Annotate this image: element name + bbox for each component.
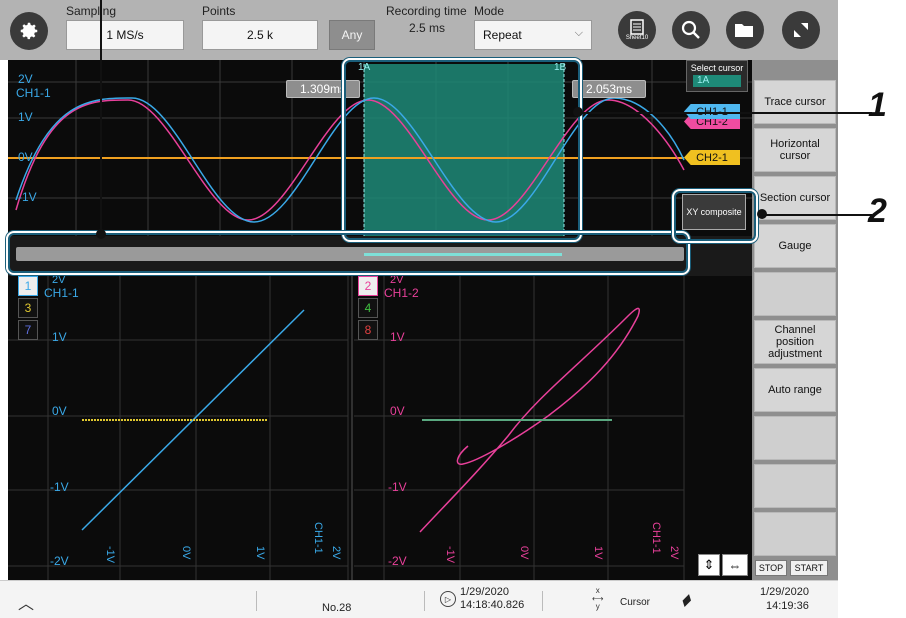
callout-number-1: 1: [868, 86, 887, 124]
xy-right-x-2v: 2V: [668, 546, 680, 560]
channel-button-2[interactable]: 2: [358, 276, 378, 296]
sampling-label: Sampling: [66, 4, 117, 18]
folder-icon[interactable]: [726, 11, 764, 49]
auto-range-button[interactable]: Auto range: [754, 368, 836, 412]
xy-left-x-1v: 1V: [254, 546, 266, 560]
points-label: Points: [202, 4, 236, 18]
channel-button-8[interactable]: 8: [358, 320, 378, 340]
xy-composite-highlight: [672, 189, 758, 243]
y-label-2v: 2V: [18, 72, 33, 86]
xy-left-ch-label: CH1-1: [44, 286, 79, 300]
search-icon[interactable]: [672, 11, 710, 49]
empty-button-2[interactable]: [754, 416, 836, 460]
callout-line-2: [762, 214, 872, 216]
clock-date: 1/29/2020: [760, 586, 809, 598]
channel-button-1[interactable]: 1: [18, 276, 38, 296]
cursor-xy-icon: x ⟷ y: [592, 586, 604, 611]
xy-graphs: 1 3 7 2V CH1-1 1V 0V -1V -2V -1V 0V 1V 2…: [8, 274, 752, 580]
settings-gear-icon[interactable]: [10, 12, 48, 50]
empty-button-1[interactable]: [754, 272, 836, 316]
channel-label: CH1-1: [16, 86, 51, 100]
channel-button-4[interactable]: 4: [358, 298, 378, 318]
xy-right-ch-label: CH1-2: [384, 286, 419, 300]
xy-left-x-ch: CH1-1: [312, 522, 324, 554]
ch2-1-tag[interactable]: CH2-1: [684, 150, 740, 165]
clock-time: 14:19:36: [766, 600, 809, 612]
mode-label: Mode: [474, 4, 505, 18]
sheet-icon: [630, 19, 644, 35]
xy-left-x-2v: 2V: [330, 546, 342, 560]
horizontal-scale-icon[interactable]: ⇔: [722, 554, 748, 576]
top-toolbar: Sampling 1 MS/s Points 2.5 k Any Recordi…: [0, 0, 838, 60]
stop-button[interactable]: STOP: [755, 560, 787, 576]
record-number: No.28: [322, 602, 352, 614]
separator: [542, 591, 543, 611]
callout-dot: [96, 229, 106, 239]
trace-cursor-button[interactable]: Trace cursor: [754, 80, 836, 124]
xy-left-x-0v: 0V: [180, 546, 192, 560]
callout-dot-1: [573, 107, 583, 117]
usb-drive-icon: ▰: [676, 589, 697, 611]
horizontal-cursor-button[interactable]: Horizontal cursor: [754, 128, 836, 172]
xy-left-y-0v: 0V: [52, 404, 67, 418]
callout-dot-2: [757, 209, 767, 219]
trigger-icon: ▷: [440, 591, 456, 607]
cursor-b-value: 2.053ms: [572, 80, 646, 98]
recording-time-value: 2.5 ms: [409, 21, 446, 35]
xy-right-y-neg1v: -1V: [388, 480, 407, 494]
points-field[interactable]: 2.5 k: [202, 20, 318, 50]
select-cursor-button[interactable]: Select cursor 1A: [686, 60, 748, 92]
xy-right-x-1v: 1V: [592, 546, 604, 560]
empty-button-3[interactable]: [754, 464, 836, 508]
xy-right-y-1v: 1V: [390, 330, 405, 344]
channel-button-7[interactable]: 7: [18, 320, 38, 340]
xy-right-x-0v: 0V: [518, 546, 530, 560]
xy-right-x-ch: CH1-1: [650, 522, 662, 554]
fullscreen-icon[interactable]: [782, 11, 820, 49]
select-cursor-label: Select cursor: [690, 63, 744, 73]
xy-left-y-1v: 1V: [52, 330, 67, 344]
section-cursor-highlight: [342, 58, 582, 242]
channel-position-adjustment-button[interactable]: Channel position adjustment: [754, 320, 836, 364]
status-bar: ︿ No.28 ▷ 1/29/2020 14:18:40.826 x ⟷ y Cur…: [0, 580, 838, 618]
xy-right-y-2v: 2V: [390, 274, 404, 286]
sheet-label: Sheet10: [625, 35, 649, 41]
mode-value: Repeat: [483, 28, 522, 42]
vertical-scale-icon[interactable]: ⇕: [698, 554, 720, 576]
start-button[interactable]: START: [790, 560, 828, 576]
any-button[interactable]: Any: [329, 20, 375, 50]
separator: [256, 591, 257, 611]
overview-bar-highlight: [6, 231, 690, 275]
xy-left-y-2v: 2V: [52, 274, 66, 286]
xy-left-x-neg1v: -1V: [104, 546, 116, 564]
y-label-1v: 1V: [18, 110, 33, 124]
cursor-status-label: Cursor: [620, 597, 651, 608]
callout-line-1: [578, 112, 872, 114]
separator: [424, 591, 425, 611]
trigger-date: 1/29/2020: [460, 586, 509, 598]
trigger-time: 14:18:40.826: [460, 599, 525, 611]
y-label-neg1v: -1V: [18, 190, 37, 204]
callout-leader-top: [100, 0, 102, 234]
screen: Sampling 1 MS/s Points 2.5 k Any Recordi…: [0, 0, 906, 618]
xy-right-y-neg2v: -2V: [388, 554, 407, 568]
gauge-button[interactable]: Gauge: [754, 224, 836, 268]
recording-time-label: Recording time: [386, 4, 467, 18]
sheet-button[interactable]: Sheet10: [618, 11, 656, 49]
select-cursor-value: 1A: [693, 75, 741, 87]
chevron-down-icon: ⌵: [574, 27, 583, 39]
xy-left-y-neg1v: -1V: [50, 480, 69, 494]
empty-button-4[interactable]: [754, 512, 836, 556]
xy-left-y-neg2v: -2V: [50, 554, 69, 568]
sampling-field[interactable]: 1 MS/s: [66, 20, 184, 50]
xy-right-x-neg1v: -1V: [444, 546, 456, 564]
y-label-0v: 0V: [18, 150, 33, 164]
mode-select[interactable]: Repeat ⌵: [474, 20, 592, 50]
chevron-up-icon[interactable]: ︿: [18, 590, 34, 614]
channel-button-3[interactable]: 3: [18, 298, 38, 318]
callout-number-2: 2: [868, 192, 887, 230]
xy-right-y-0v: 0V: [390, 404, 405, 418]
right-panel: Trace cursor Horizontal cursor Section c…: [752, 60, 838, 580]
